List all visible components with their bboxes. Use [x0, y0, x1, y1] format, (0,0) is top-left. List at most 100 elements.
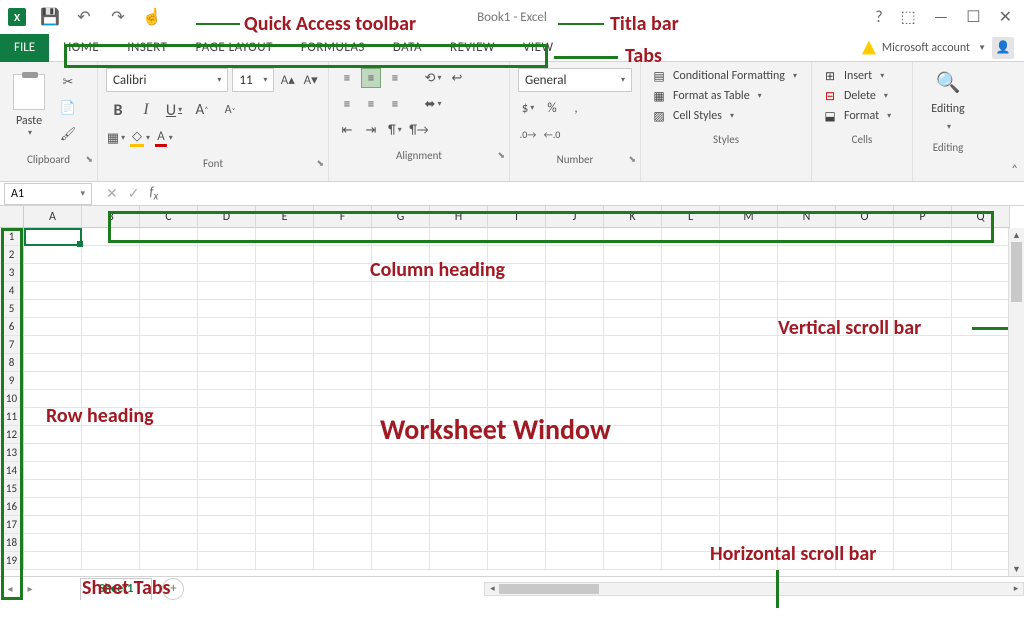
format-as-table-button[interactable]: ▦Format as Table▾ — [651, 88, 801, 104]
cell[interactable] — [372, 246, 430, 264]
cell[interactable] — [256, 462, 314, 480]
sheet-tab[interactable]: Sheet1 — [80, 578, 152, 600]
cell[interactable] — [952, 444, 1010, 462]
cell[interactable] — [82, 372, 140, 390]
cell[interactable] — [314, 408, 372, 426]
cell[interactable] — [546, 516, 604, 534]
row-header[interactable]: 2 — [0, 246, 24, 264]
column-header[interactable]: B — [82, 206, 140, 228]
cell[interactable] — [604, 552, 662, 570]
cell[interactable] — [314, 498, 372, 516]
cell[interactable] — [488, 426, 546, 444]
cell[interactable] — [662, 318, 720, 336]
cell[interactable] — [256, 426, 314, 444]
cell[interactable] — [140, 300, 198, 318]
cell[interactable] — [82, 552, 140, 570]
cell[interactable] — [24, 336, 82, 354]
cell[interactable] — [314, 480, 372, 498]
cell[interactable] — [778, 282, 836, 300]
cell[interactable] — [140, 444, 198, 462]
tab-insert[interactable]: INSERT — [113, 34, 181, 62]
cell[interactable] — [372, 372, 430, 390]
cell[interactable] — [314, 300, 372, 318]
tab-data[interactable]: DATA — [379, 34, 436, 62]
cell[interactable] — [546, 498, 604, 516]
cell[interactable] — [430, 264, 488, 282]
cell[interactable] — [952, 516, 1010, 534]
cell[interactable] — [778, 390, 836, 408]
cell[interactable] — [314, 372, 372, 390]
cell[interactable] — [82, 264, 140, 282]
cell[interactable] — [604, 462, 662, 480]
ribbon-display-icon[interactable]: ⬚ — [901, 7, 916, 27]
cell[interactable] — [604, 264, 662, 282]
vscroll-thumb[interactable] — [1011, 242, 1022, 302]
cell[interactable] — [894, 372, 952, 390]
cell[interactable] — [314, 264, 372, 282]
cell[interactable] — [894, 552, 952, 570]
cell[interactable] — [778, 300, 836, 318]
cell[interactable] — [546, 282, 604, 300]
bold-button[interactable]: B — [106, 98, 130, 122]
cell[interactable] — [488, 228, 546, 246]
cell[interactable] — [430, 408, 488, 426]
cell[interactable] — [546, 462, 604, 480]
cell[interactable] — [82, 390, 140, 408]
cell[interactable] — [372, 336, 430, 354]
cell[interactable] — [82, 480, 140, 498]
cell[interactable] — [894, 408, 952, 426]
cell[interactable] — [778, 246, 836, 264]
column-header[interactable]: J — [546, 206, 604, 228]
cell[interactable] — [256, 390, 314, 408]
cell[interactable] — [198, 444, 256, 462]
comma-icon[interactable]: , — [566, 98, 586, 118]
cell[interactable] — [488, 264, 546, 282]
cell[interactable] — [836, 498, 894, 516]
cell[interactable] — [720, 534, 778, 552]
cell[interactable] — [662, 552, 720, 570]
cell[interactable] — [720, 246, 778, 264]
touch-mode-icon[interactable]: ☝ — [142, 7, 162, 27]
cell[interactable] — [314, 390, 372, 408]
cell[interactable] — [952, 480, 1010, 498]
cell[interactable] — [952, 282, 1010, 300]
cell[interactable] — [894, 516, 952, 534]
cell[interactable] — [430, 228, 488, 246]
cell[interactable] — [430, 300, 488, 318]
cell[interactable] — [198, 390, 256, 408]
cell[interactable] — [720, 552, 778, 570]
cell[interactable] — [720, 372, 778, 390]
align-left-icon[interactable]: ≡ — [337, 94, 357, 114]
cell[interactable] — [372, 444, 430, 462]
cell[interactable] — [314, 282, 372, 300]
cell[interactable] — [546, 426, 604, 444]
cell[interactable] — [430, 498, 488, 516]
cell[interactable] — [140, 372, 198, 390]
cell[interactable] — [198, 318, 256, 336]
align-middle-icon[interactable]: ≡ — [361, 68, 381, 88]
row-header[interactable]: 5 — [0, 300, 24, 318]
cell[interactable] — [778, 228, 836, 246]
cell[interactable] — [720, 336, 778, 354]
cell[interactable] — [372, 552, 430, 570]
cell[interactable] — [24, 318, 82, 336]
cell[interactable] — [430, 534, 488, 552]
cell[interactable] — [430, 282, 488, 300]
cell[interactable] — [488, 336, 546, 354]
cell[interactable] — [546, 408, 604, 426]
cell[interactable] — [198, 498, 256, 516]
increase-indent-icon[interactable]: ⇥ — [361, 120, 381, 140]
cell[interactable] — [894, 534, 952, 552]
cell[interactable] — [662, 282, 720, 300]
column-header[interactable]: L — [662, 206, 720, 228]
align-right-icon[interactable]: ≡ — [385, 94, 405, 114]
cell[interactable] — [778, 552, 836, 570]
cell[interactable] — [662, 228, 720, 246]
cell[interactable] — [662, 300, 720, 318]
minimize-icon[interactable]: — — [934, 8, 948, 27]
cell[interactable] — [662, 444, 720, 462]
cell[interactable] — [720, 408, 778, 426]
cell[interactable] — [546, 372, 604, 390]
column-header[interactable]: A — [24, 206, 82, 228]
cell[interactable] — [198, 372, 256, 390]
